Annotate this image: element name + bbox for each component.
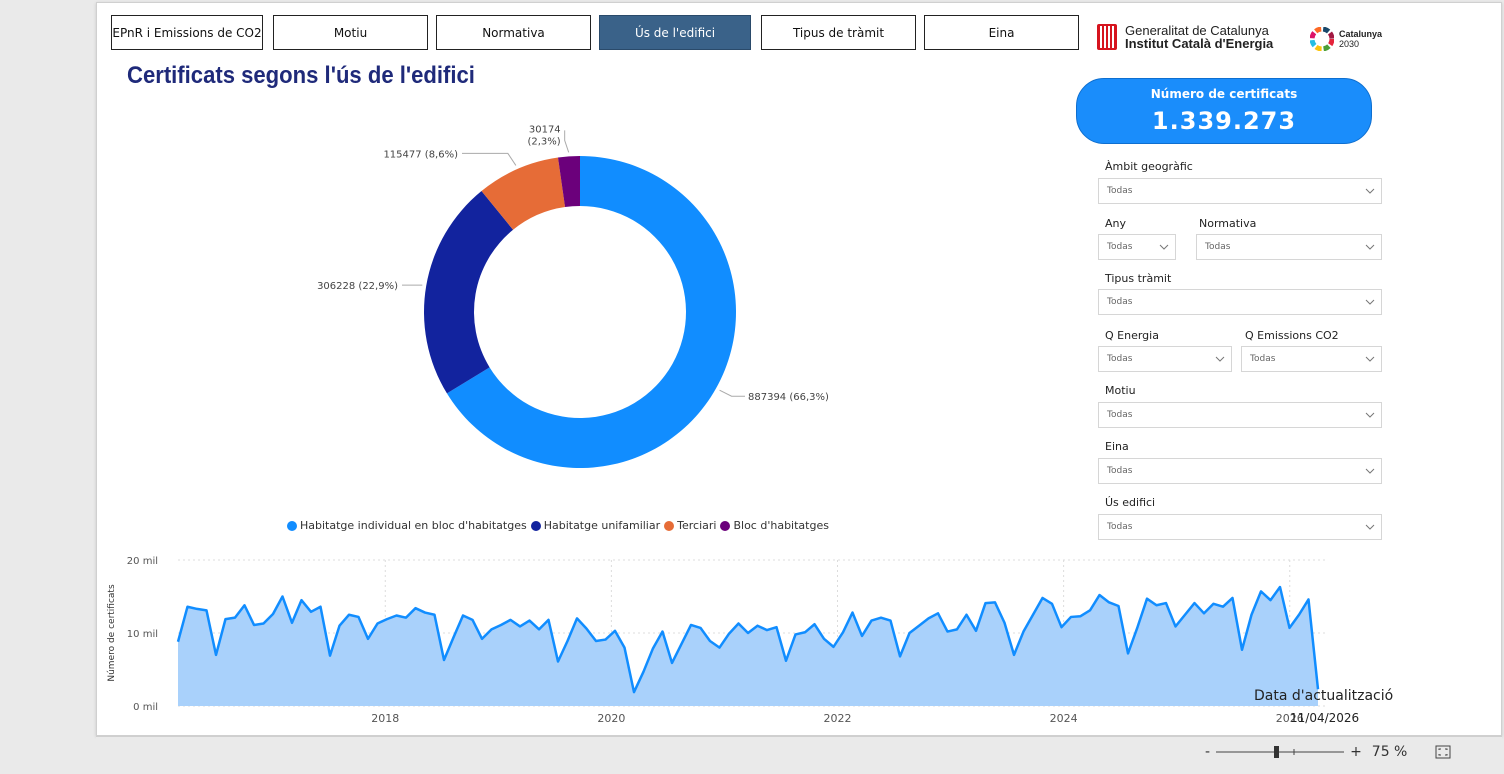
cat-line1: Catalunya: [1339, 29, 1383, 39]
legend-item-individual[interactable]: Habitatge individual en bloc d'habitatge…: [287, 519, 527, 532]
filter-label-qemissions: Q Emissions CO2: [1245, 329, 1339, 342]
legend-dot: [720, 520, 731, 531]
zoom-in-button[interactable]: +: [1350, 744, 1362, 760]
tab-motiu[interactable]: Motiu: [273, 15, 428, 50]
filter-value: Todas: [1107, 297, 1133, 307]
filter-label-ambit: Àmbit geogràfic: [1105, 160, 1193, 173]
update-date-value: 11/04/2026: [1290, 711, 1360, 725]
legend-item-bloc[interactable]: Bloc d'habitatges: [720, 519, 829, 532]
filter-value: Todas: [1250, 354, 1276, 364]
zoom-slider[interactable]: [1216, 744, 1345, 760]
filter-tipus-dropdown[interactable]: Todas: [1098, 289, 1382, 315]
legend-label: Terciari: [677, 519, 717, 532]
tab-us-edifici[interactable]: Ús de l'edifici: [599, 15, 751, 50]
chevron-down-icon: [1159, 244, 1169, 250]
chevron-down-icon: [1365, 468, 1375, 474]
zoom-level: 75 %: [1371, 744, 1408, 760]
chevron-down-icon: [1365, 299, 1375, 305]
senyera-icon: [1097, 24, 1117, 50]
x-tick-label: 2018: [371, 712, 399, 725]
chevron-down-icon: [1365, 412, 1375, 418]
filter-motiu-dropdown[interactable]: Todas: [1098, 402, 1382, 428]
tab-eina[interactable]: Eina: [924, 15, 1079, 50]
kpi-label: Número de certificats: [1150, 87, 1298, 101]
slice-label-1: 306228 (22,9%): [317, 281, 398, 292]
gen-line2: Institut Català d'Energia: [1125, 36, 1274, 51]
donut-chart: 887394 (66,3%) 306228 (22,9%) 115477 (8,6%…: [317, 124, 829, 468]
tab-normativa[interactable]: Normativa: [436, 15, 591, 50]
zoom-control: - + 75 %: [1205, 744, 1451, 760]
legend-label: Habitatge individual en bloc d'habitatge…: [300, 519, 527, 532]
filter-qemissions-dropdown[interactable]: Todas: [1241, 346, 1382, 372]
leader-line-3: [564, 130, 570, 153]
legend-item-terciari[interactable]: Terciari: [664, 519, 716, 532]
sdg-wheel-icon: [1310, 27, 1334, 51]
filter-label-qenergia: Q Energia: [1105, 329, 1159, 342]
legend-dot: [287, 520, 297, 531]
catalunya-2030-logo: Catalunya 2030: [1310, 27, 1382, 51]
filter-eina-dropdown[interactable]: Todas: [1098, 458, 1382, 484]
kpi-value: 1.339.273: [1151, 107, 1297, 135]
filter-value: Todas: [1107, 410, 1133, 420]
legend-label: Bloc d'habitatges: [733, 519, 829, 532]
y-tick-label: 10 mil: [127, 629, 158, 640]
tab-tipus-tramit[interactable]: Tipus de tràmit: [761, 15, 916, 50]
legend-item-unifamiliar[interactable]: Habitatge unifamiliar: [530, 519, 661, 532]
filter-normativa-dropdown[interactable]: Todas: [1196, 234, 1382, 260]
legend-dot: [664, 520, 675, 531]
filter-value: Todas: [1107, 466, 1133, 476]
chevron-down-icon: [1365, 244, 1375, 250]
chevron-down-icon: [1215, 356, 1225, 362]
legend-dot: [530, 520, 541, 531]
filter-value: Todas: [1107, 522, 1133, 532]
leader-line-0: [719, 389, 745, 397]
x-tick-label: 2022: [824, 712, 852, 725]
chart-legend: Habitatge individual en bloc d'habitatge…: [287, 519, 829, 532]
y-tick-label: 20 mil: [127, 556, 158, 567]
leader-line-2: [462, 152, 517, 166]
fit-to-page-icon[interactable]: [1435, 745, 1451, 759]
x-tick-label: 2024: [1050, 712, 1078, 725]
filter-label-us: Ús edifici: [1105, 496, 1156, 509]
cat-line2: 2030: [1339, 39, 1360, 49]
filter-ambit-dropdown[interactable]: Todas: [1098, 178, 1382, 204]
slice-label-2: 115477 (8,6%): [383, 149, 458, 160]
legend-label: Habitatge unifamiliar: [543, 519, 661, 532]
page-title: Certificats segons l'ús de l'edifici: [127, 62, 475, 89]
kpi-card: Número de certificats 1.339.273: [1076, 78, 1372, 144]
filter-us-dropdown[interactable]: Todas: [1098, 514, 1382, 540]
generalitat-logo: Generalitat de Catalunya Institut Català…: [1097, 24, 1273, 50]
filter-qenergia-dropdown[interactable]: Todas: [1098, 346, 1232, 372]
y-axis-title: Número de certificats: [107, 584, 117, 682]
area-chart: 0 mil10 mil20 mil2018 2020 2022 2024 2026Núm…: [107, 556, 1326, 725]
chevron-down-icon: [1365, 356, 1375, 362]
chevron-down-icon: [1365, 524, 1375, 530]
filter-value: Todas: [1107, 354, 1133, 364]
slice-label-3b: (2,3%): [527, 136, 560, 147]
update-date-label: Data d'actualització: [1254, 688, 1394, 704]
filter-any-dropdown[interactable]: Todas: [1098, 234, 1176, 260]
filter-label-tipus: Tipus tràmit: [1105, 272, 1172, 285]
filter-label-any: Any: [1105, 217, 1127, 230]
chevron-down-icon: [1365, 188, 1375, 194]
x-tick-label: 2020: [597, 712, 625, 725]
filter-value: Todas: [1107, 242, 1133, 252]
filter-value: Todas: [1205, 242, 1231, 252]
filter-label-normativa: Normativa: [1199, 217, 1257, 230]
donut-slice-1[interactable]: [424, 191, 514, 394]
filter-value: Todas: [1107, 186, 1133, 196]
zoom-out-button[interactable]: -: [1205, 744, 1210, 760]
filter-label-eina: Eina: [1105, 440, 1129, 453]
filter-label-motiu: Motiu: [1105, 384, 1136, 397]
area-fill: [178, 587, 1318, 706]
slice-label-0: 887394 (66,3%): [748, 392, 829, 403]
y-tick-label: 0 mil: [133, 702, 158, 713]
slice-label-3a: 30174: [529, 124, 561, 135]
tab-epnr-emissions[interactable]: EPnR i Emissions de CO2: [111, 15, 263, 50]
